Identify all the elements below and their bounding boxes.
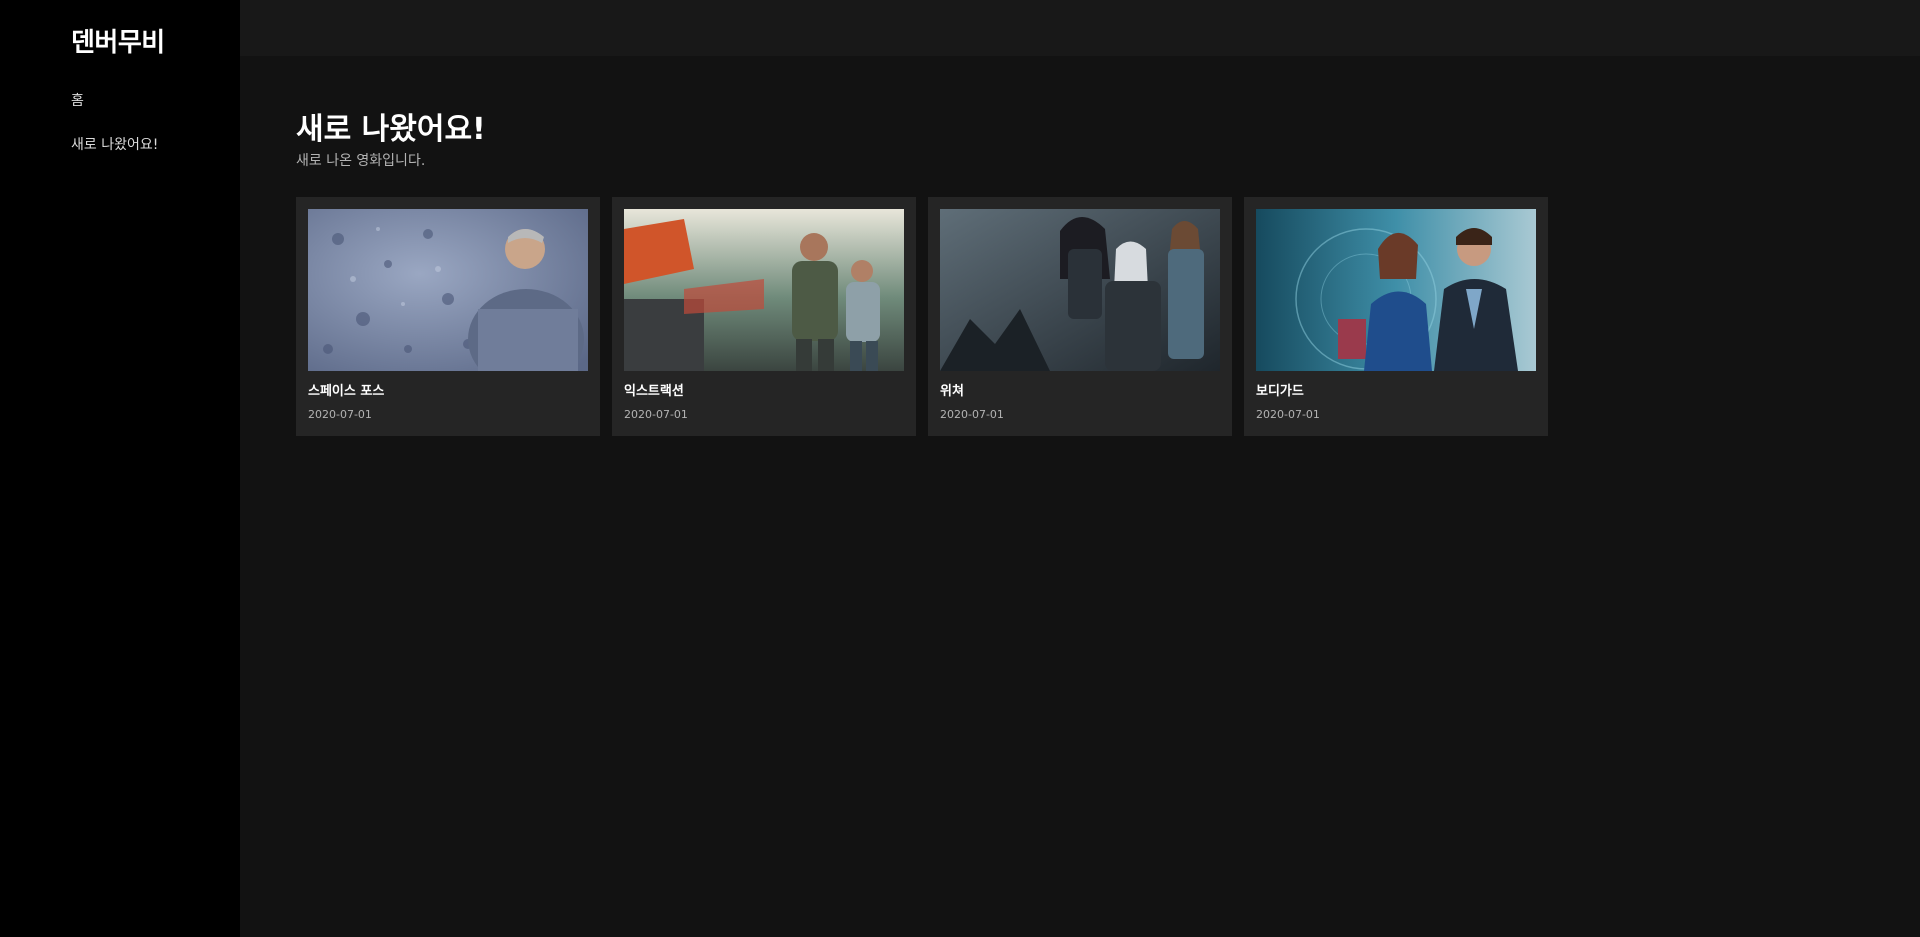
movie-date: 2020-07-01 [624,408,688,421]
top-bar [240,0,1920,56]
sidebar: 덴버무비 홈 새로 나왔어요! [0,0,240,937]
movie-card[interactable]: 스페이스 포스 2020-07-01 [296,197,600,436]
movie-title: 스페이스 포스 [308,384,385,399]
sidebar-item-home[interactable]: 홈 [71,92,158,136]
app-logo[interactable]: 덴버무비 [71,22,165,59]
movie-card[interactable]: 익스트랙션 2020-07-01 [612,197,916,436]
movie-thumbnail [1256,209,1536,371]
movie-date: 2020-07-01 [1256,408,1320,421]
movie-title: 익스트랙션 [624,384,684,399]
movie-card[interactable]: 보디가드 2020-07-01 [1244,197,1548,436]
movie-thumbnail [624,209,904,371]
sidebar-nav: 홈 새로 나왔어요! [71,92,158,180]
movie-date: 2020-07-01 [940,408,1004,421]
page-title: 새로 나왔어요! [296,112,486,147]
main-content: 새로 나왔어요! 새로 나온 영화입니다. 스페이스 포스 2020-07-01… [296,110,1876,436]
movie-thumbnail [940,209,1220,371]
movie-grid: 스페이스 포스 2020-07-01 익스트랙션 2020-07-01 위쳐 2… [296,197,1548,436]
movie-card[interactable]: 위쳐 2020-07-01 [928,197,1232,436]
movie-title: 보디가드 [1256,384,1304,399]
movie-date: 2020-07-01 [308,408,372,421]
sidebar-item-new-releases[interactable]: 새로 나왔어요! [71,136,158,180]
movie-thumbnail [308,209,588,371]
movie-title: 위쳐 [940,384,964,399]
page-subtitle: 새로 나온 영화입니다. [296,153,426,169]
